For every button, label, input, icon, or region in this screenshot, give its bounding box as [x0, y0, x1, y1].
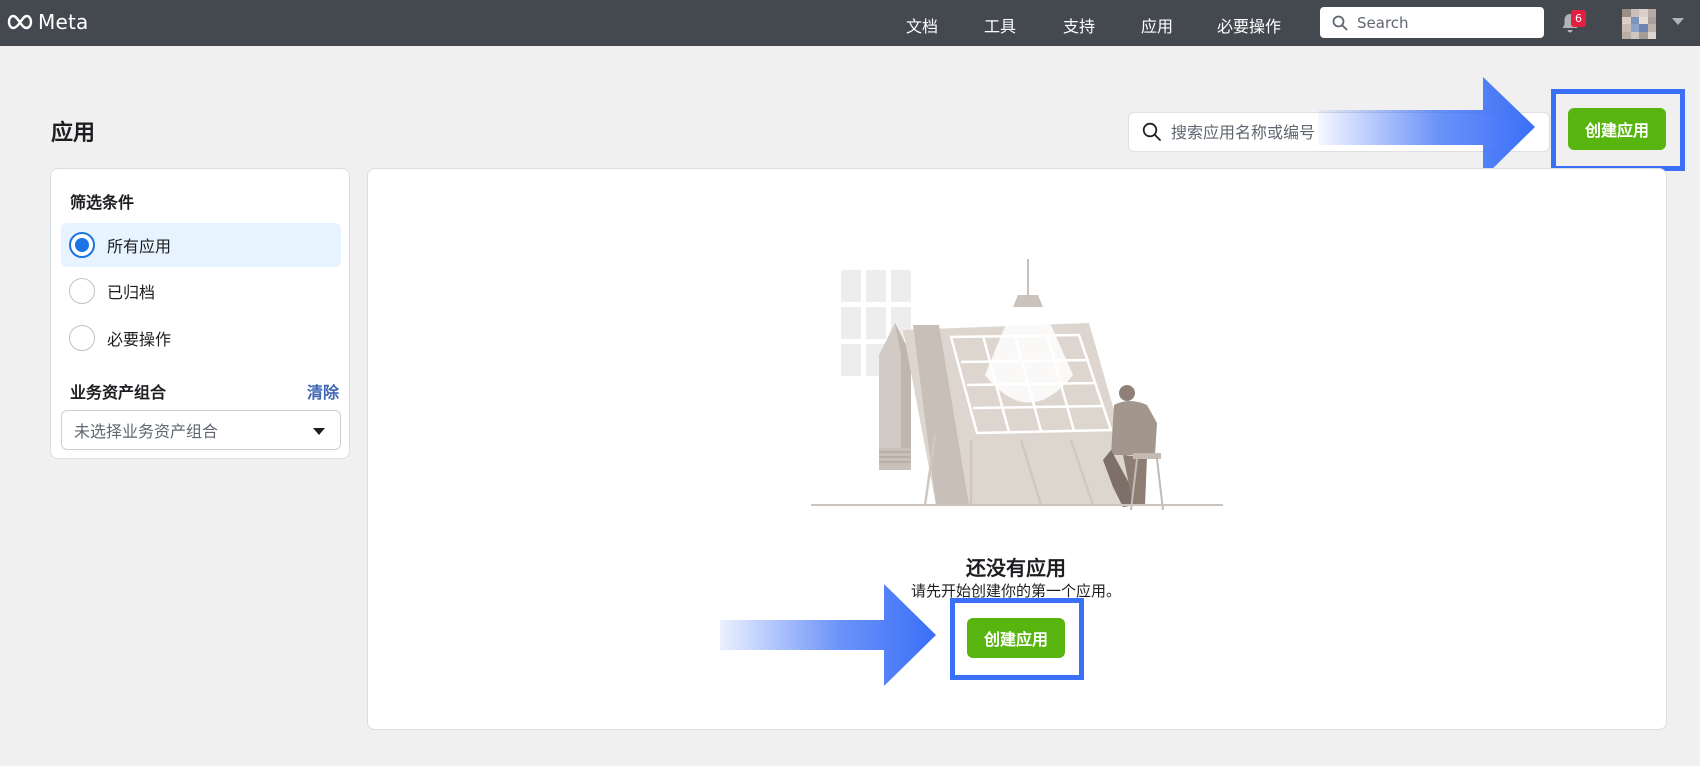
create-app-button-top[interactable]: 创建应用	[1568, 108, 1666, 150]
brand-name: Meta	[38, 10, 89, 34]
filter-option-archived[interactable]: 已归档	[61, 269, 341, 313]
filter-option-label: 必要操作	[107, 330, 172, 349]
notification-badge: 6	[1571, 10, 1586, 27]
business-portfolio-placeholder: 未选择业务资产组合	[74, 422, 219, 441]
filter-option-all-apps[interactable]: 所有应用	[61, 223, 341, 267]
nav-search-box[interactable]	[1320, 7, 1544, 38]
filter-option-label: 所有应用	[107, 237, 172, 256]
filter-option-label: 已归档	[107, 283, 156, 302]
radio-unselected-icon[interactable]	[69, 325, 95, 351]
top-nav-bar: Meta 文档 工具 支持 应用 必要操作 6	[0, 0, 1700, 46]
search-icon	[1142, 122, 1161, 141]
annotation-arrow-bottom	[720, 584, 936, 686]
search-icon	[1332, 15, 1348, 30]
nav-item-tools[interactable]: 工具	[984, 13, 1016, 37]
meta-logo[interactable]: Meta	[6, 10, 88, 34]
radio-selected-icon[interactable]	[69, 232, 95, 258]
nav-search-input[interactable]	[1357, 13, 1537, 32]
nav-item-docs[interactable]: 文档	[906, 13, 938, 37]
chevron-down-icon	[313, 428, 325, 435]
nav-item-required-actions[interactable]: 必要操作	[1217, 13, 1281, 37]
annotation-arrow-top	[1318, 77, 1535, 178]
meta-infinity-icon	[7, 14, 33, 30]
page-title: 应用	[51, 121, 96, 146]
business-portfolio-label: 业务资产组合	[70, 383, 167, 402]
nav-item-support[interactable]: 支持	[1063, 13, 1095, 37]
empty-state-title: 还没有应用	[966, 556, 1066, 580]
avatar[interactable]	[1622, 9, 1656, 39]
create-app-button[interactable]: 创建应用	[967, 618, 1065, 658]
radio-unselected-icon[interactable]	[69, 278, 95, 304]
empty-state-illustration	[811, 259, 1223, 511]
clear-filter-link[interactable]: 清除	[307, 379, 339, 403]
filter-option-required-actions[interactable]: 必要操作	[61, 316, 341, 360]
business-portfolio-select[interactable]: 未选择业务资产组合	[61, 410, 341, 450]
filter-panel: 筛选条件 所有应用 已归档 必要操作 业务资产组合 清除 未选择业务资产组合	[50, 168, 350, 459]
filter-heading: 筛选条件	[70, 193, 135, 212]
account-menu-caret-icon[interactable]	[1672, 18, 1684, 25]
nav-item-apps[interactable]: 应用	[1141, 13, 1173, 37]
